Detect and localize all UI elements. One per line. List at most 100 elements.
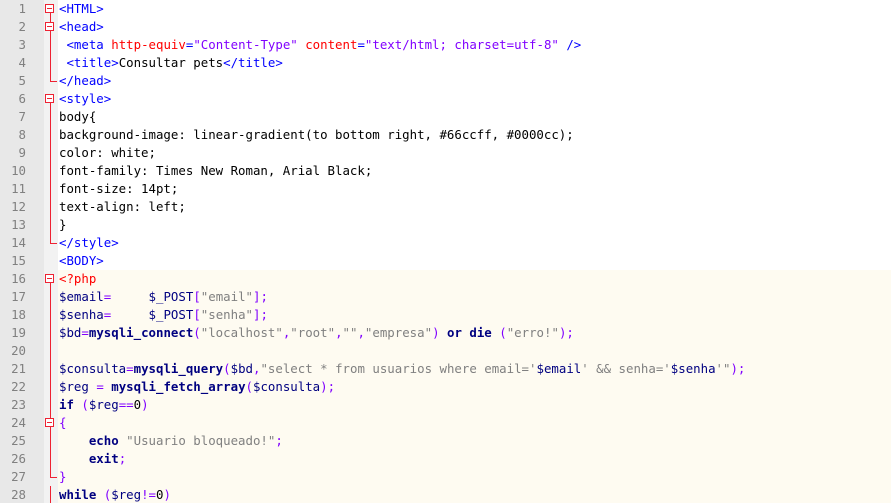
fold-toggle-icon[interactable] [44, 18, 58, 36]
fold-margin [44, 216, 58, 234]
line-number: 6 [0, 90, 44, 108]
code-token: mysqli_connect [88, 325, 194, 340]
code-token: , [357, 325, 365, 340]
code-line[interactable]: 22 $reg = mysqli_fetch_array($consulta); [0, 378, 891, 396]
code-token: ) [163, 487, 171, 502]
code-line[interactable]: 11 font-size: 14pt; [0, 180, 891, 198]
code-line[interactable]: 4 <title>Consultar pets</title> [0, 54, 891, 72]
code-line[interactable]: 25 echo "Usuario bloqueado!"; [0, 432, 891, 450]
code-token: ]; [253, 307, 268, 322]
code-line[interactable]: 27} [0, 468, 891, 486]
fold-toggle-icon[interactable] [44, 90, 58, 108]
code-text: $consulta=mysqli_query($bd,"select * fro… [59, 360, 745, 378]
fold-toggle-icon[interactable] [44, 414, 58, 432]
fold-toggle-icon[interactable] [44, 0, 58, 18]
code-token: $bd [230, 361, 253, 376]
code-text: { [59, 414, 66, 432]
code-token: $reg [111, 487, 142, 502]
line-number: 12 [0, 198, 44, 216]
code-token: ( [81, 397, 89, 412]
code-token: "root" [290, 325, 336, 340]
code-token: "empresa" [364, 325, 433, 340]
code-line[interactable]: 18 $senha= $_POST["senha"]; [0, 306, 891, 324]
fold-margin [44, 432, 58, 450]
fold-margin [44, 54, 58, 72]
line-number: 2 [0, 18, 44, 36]
code-line[interactable]: 13} [0, 216, 891, 234]
code-text: echo "Usuario bloqueado!"; [59, 432, 283, 450]
code-token: <head> [59, 19, 104, 34]
code-line[interactable]: 26 exit; [0, 450, 891, 468]
code-token: /> [558, 37, 582, 52]
code-token: ' && senha=' [581, 361, 671, 376]
fold-margin [44, 108, 58, 126]
code-token: text-align: left; [59, 199, 186, 214]
code-text: $email= $_POST["email"]; [59, 288, 268, 306]
code-line[interactable]: 16 <?php [0, 270, 891, 288]
code-token: "Usuario bloqueado!" [126, 433, 276, 448]
code-text: <style> [59, 90, 111, 108]
code-token: } [59, 469, 67, 484]
code-text: if ($reg==0) [59, 396, 149, 414]
code-editor[interactable]: 1 <HTML> 2 <head> 3 <meta http-equiv = "Conten… [0, 0, 891, 503]
code-token: = [126, 361, 134, 376]
code-token: </title> [223, 55, 283, 70]
code-token: <title> [66, 55, 119, 70]
line-number: 5 [0, 72, 44, 90]
fold-toggle-icon[interactable] [44, 270, 58, 288]
fold-margin [44, 288, 58, 306]
fold-margin [44, 342, 58, 360]
code-token: or [447, 325, 462, 340]
line-number: 21 [0, 360, 44, 378]
fold-margin [44, 306, 58, 324]
line-number: 4 [0, 54, 44, 72]
code-line[interactable]: 2 <head> [0, 18, 891, 36]
line-number: 15 [0, 252, 44, 270]
line-number: 11 [0, 180, 44, 198]
code-token: <HTML> [59, 1, 104, 16]
code-line[interactable]: 15 <BODY> [0, 252, 891, 270]
code-text: exit; [59, 450, 126, 468]
code-line[interactable]: 28 while ($reg!=0) [0, 486, 891, 503]
code-token: "localhost" [200, 325, 283, 340]
code-token: $_POST [148, 289, 194, 304]
code-token: ]; [253, 289, 268, 304]
code-line[interactable]: 6 <style> [0, 90, 891, 108]
code-line[interactable]: 12 text-align: left; [0, 198, 891, 216]
code-token: $senha [670, 361, 716, 376]
code-text: <head> [59, 18, 104, 36]
code-line[interactable]: 20 [0, 342, 891, 360]
code-token: "text/html; charset=utf-8" [364, 37, 559, 52]
code-line[interactable]: 3 <meta http-equiv = "Content-Type" conten… [0, 36, 891, 54]
code-token: ); [730, 361, 746, 376]
code-token: } [59, 217, 67, 232]
line-number: 13 [0, 216, 44, 234]
code-line[interactable]: 19 $bd=mysqli_connect("localhost","root",… [0, 324, 891, 342]
code-line[interactable]: 1 <HTML> [0, 0, 891, 18]
fold-margin [44, 450, 58, 468]
code-line[interactable]: 8 background-image: linear-gradient(to bo… [0, 126, 891, 144]
line-number: 22 [0, 378, 44, 396]
code-line[interactable]: 23 if ($reg==0) [0, 396, 891, 414]
code-token: <style> [59, 91, 112, 106]
code-line[interactable]: 5 </head> [0, 72, 891, 90]
line-number: 20 [0, 342, 44, 360]
code-token: echo [88, 433, 119, 448]
code-line[interactable]: 21 $consulta=mysqli_query($bd,"select * f… [0, 360, 891, 378]
code-token: ( [223, 361, 231, 376]
code-token: background-image: linear-gradient(to bot… [59, 127, 574, 142]
code-token: "select * from usuarios where email=' [260, 361, 537, 376]
code-line[interactable]: 9 color: white; [0, 144, 891, 162]
code-line[interactable]: 24 { [0, 414, 891, 432]
code-token: mysqli_fetch_array [111, 379, 246, 394]
line-number: 25 [0, 432, 44, 450]
code-line[interactable]: 14 </style> [0, 234, 891, 252]
fold-margin [44, 378, 58, 396]
code-token: <BODY> [59, 253, 104, 268]
code-token: "Content-Type" [193, 37, 298, 52]
code-line[interactable]: 17 $email= $_POST["email"]; [0, 288, 891, 306]
code-line[interactable]: 7 body{ [0, 108, 891, 126]
code-line[interactable]: 10 font-family: Times New Roman, Arial Bl… [0, 162, 891, 180]
